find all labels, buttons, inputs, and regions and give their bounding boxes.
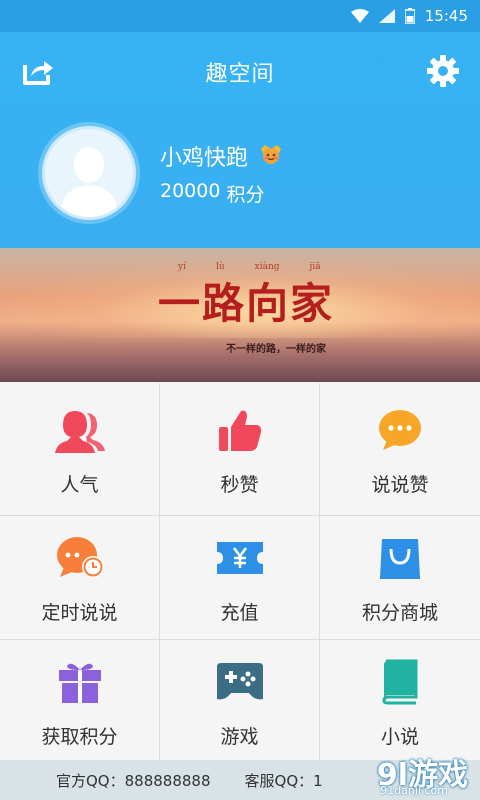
watermark-url: 91danji.com <box>380 784 448 797</box>
grid-item-recharge[interactable]: 充值 <box>160 516 320 640</box>
banner-subtitle: 不一样的路，一样的家 <box>226 344 326 355</box>
banner-title: 一路向家 <box>158 279 335 328</box>
gift-icon <box>52 654 108 710</box>
feature-grid: 人气 秒赞 说说赞 定时说说 充值 积分商城 获取积分 游戏 小说 <box>0 383 480 763</box>
grid-item-popularity[interactable]: 人气 <box>0 383 160 516</box>
thumbs-up-icon <box>212 402 268 458</box>
grid-label: 秒赞 <box>220 473 259 496</box>
grid-label: 说说赞 <box>371 473 429 496</box>
grid-label: 获取积分 <box>41 725 118 748</box>
points-display: 20000 积分 <box>160 180 264 207</box>
grid-item-points-mall[interactable]: 积分商城 <box>320 516 480 640</box>
grid-label: 人气 <box>60 473 99 496</box>
grid-item-timed-post[interactable]: 定时说说 <box>0 516 160 640</box>
grid-label: 积分商城 <box>361 602 438 624</box>
avatar[interactable] <box>42 126 136 220</box>
yen-ticket-icon <box>212 530 268 586</box>
battery-icon <box>404 8 415 24</box>
grid-item-status-like[interactable]: 说说赞 <box>320 383 480 516</box>
shopping-bag-icon <box>372 530 428 586</box>
crown-emoji-icon <box>258 141 284 171</box>
service-qq: 客服QQ：1 <box>244 771 323 790</box>
users-icon <box>52 402 108 458</box>
username-text: 小鸡快跑 <box>160 146 249 171</box>
gear-icon <box>427 55 459 87</box>
gamepad-icon <box>212 654 268 710</box>
wifi-icon <box>350 9 369 23</box>
chat-bubble-icon <box>372 402 428 458</box>
points-unit: 积分 <box>226 184 265 206</box>
signal-icon <box>378 9 395 23</box>
username: 小鸡快跑 <box>160 140 284 172</box>
grid-label: 充值 <box>220 602 259 624</box>
timed-chat-icon <box>52 530 108 586</box>
profile-header: 趣空间 小鸡快跑 20000 积分 <box>0 32 480 248</box>
grid-item-games[interactable]: 游戏 <box>160 640 320 763</box>
status-bar: 15:45 <box>0 0 480 32</box>
grid-item-novels[interactable]: 小说 <box>320 640 480 763</box>
promo-banner[interactable]: yí lù xiàng jiā 一路向家 不一样的路，一样的家 <box>0 248 480 382</box>
grid-label: 游戏 <box>220 725 259 748</box>
grid-item-get-points[interactable]: 获取积分 <box>0 640 160 763</box>
official-qq: 官方QQ：888888888 <box>56 771 211 790</box>
book-icon <box>372 654 428 710</box>
settings-button[interactable] <box>426 54 460 88</box>
page-title: 趣空间 <box>205 62 275 87</box>
default-user-icon <box>59 147 119 217</box>
grid-label: 小说 <box>380 725 419 748</box>
grid-item-auto-like[interactable]: 秒赞 <box>160 383 320 516</box>
status-time: 15:45 <box>424 7 468 25</box>
grid-label: 定时说说 <box>41 602 118 624</box>
points-value: 20000 <box>160 180 221 202</box>
